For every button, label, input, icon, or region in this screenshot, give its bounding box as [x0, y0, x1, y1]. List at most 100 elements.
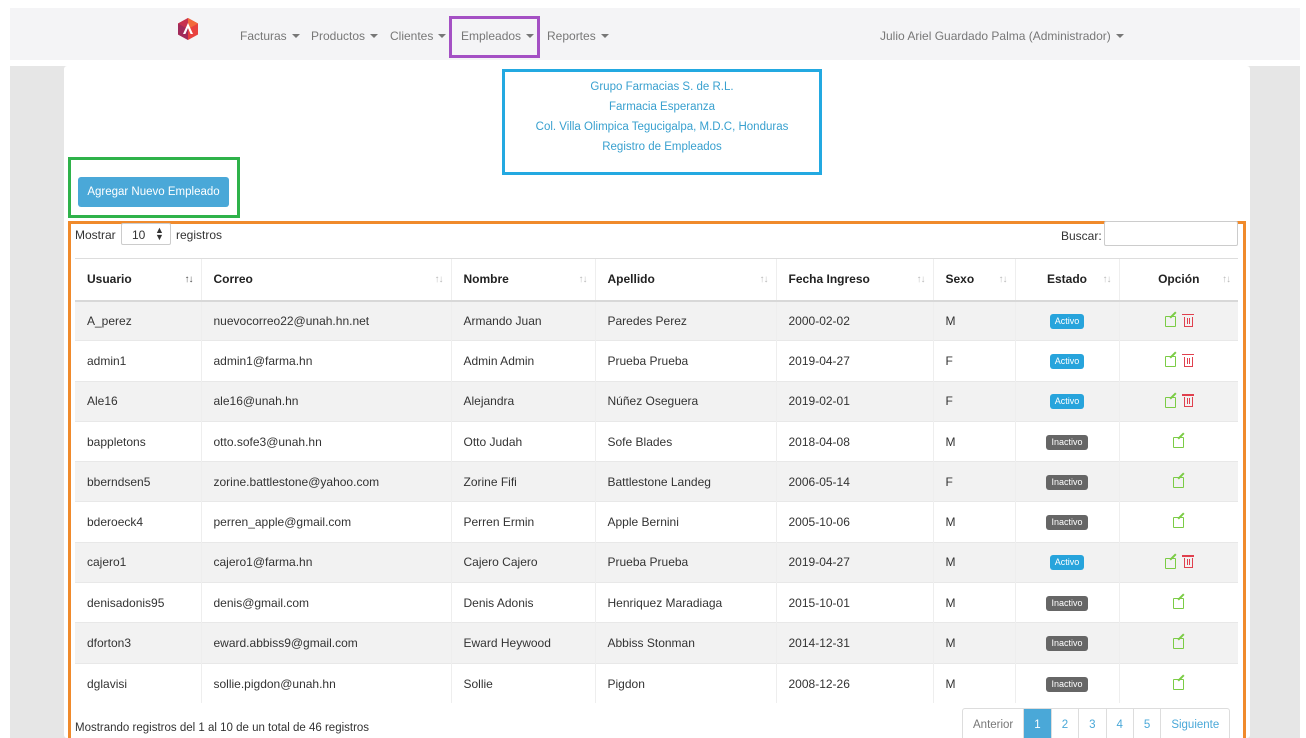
sort-icon: ↑↓	[434, 274, 444, 285]
pagination-page-3[interactable]: 3	[1078, 709, 1105, 738]
sort-icon: ↑↓	[578, 274, 588, 285]
cell-estado: Inactivo	[1014, 420, 1119, 462]
cell-estado: Inactivo	[1014, 662, 1119, 704]
cell-opcion	[1118, 582, 1238, 623]
add-employee-button[interactable]: Agregar Nuevo Empleado	[78, 177, 229, 207]
cell-fecha-ingreso: 2008-12-26	[775, 662, 933, 704]
edit-icon[interactable]	[1173, 477, 1185, 489]
pagination-page-1[interactable]: 1	[1023, 709, 1051, 738]
cell-opcion	[1118, 541, 1238, 583]
menu-reportes-label: Reportes	[547, 29, 596, 43]
pharmacy-name: Farmacia Esperanza	[608, 101, 716, 113]
menu-clientes[interactable]: Clientes	[390, 29, 447, 43]
delete-icon[interactable]	[1181, 313, 1194, 327]
table-row: bappletons otto.sofe3@unah.hn Otto Judah So…	[75, 420, 1238, 462]
cell-usuario: admin1	[75, 340, 201, 382]
cell-correo: denis@gmail.com	[200, 582, 451, 623]
edit-icon[interactable]	[1173, 436, 1185, 448]
col-header-nombre[interactable]: Nombre ↑↓	[450, 258, 595, 302]
delete-icon[interactable]	[1181, 555, 1194, 569]
delete-icon[interactable]	[1181, 353, 1194, 367]
cell-nombre: Zorine Fifi	[450, 461, 595, 502]
col-header-label: Estado	[1046, 272, 1087, 287]
edit-icon[interactable]	[1173, 517, 1185, 529]
edit-icon[interactable]	[1164, 396, 1176, 408]
table-header-row: Usuario ↑↓ Correo ↑↓ Nombre ↑↓ Apellido ↑↓ F…	[75, 258, 1238, 302]
edit-icon[interactable]	[1173, 638, 1185, 650]
col-header-apellido[interactable]: Apellido ↑↓	[594, 258, 776, 302]
col-header-estado[interactable]: Estado ↑↓	[1014, 258, 1119, 302]
col-header-opcion[interactable]: Opción ↑↓	[1118, 258, 1238, 302]
cell-nombre: Admin Admin	[450, 340, 595, 382]
empleados-highlight-box	[449, 16, 540, 58]
cell-apellido: Prueba Prueba	[594, 340, 776, 382]
cell-nombre: Denis Adonis	[450, 582, 595, 623]
page-length-select[interactable]: 10 ▲ ▼	[121, 223, 171, 245]
edit-icon[interactable]	[1164, 316, 1176, 328]
cell-correo: nuevocorreo22@unah.hn.net	[200, 299, 451, 341]
col-header-fecha-ingreso[interactable]: Fecha Ingreso ↑↓	[775, 258, 933, 302]
col-header-sexo[interactable]: Sexo ↑↓	[932, 258, 1015, 302]
cell-nombre: Cajero Cajero	[450, 541, 595, 583]
sort-icon: ↑↓	[998, 274, 1008, 285]
cell-usuario: denisadonis95	[75, 582, 201, 623]
cell-correo: zorine.battlestone@yahoo.com	[200, 461, 451, 502]
user-menu[interactable]: Julio Ariel Guardado Palma (Administrado…	[880, 29, 1124, 43]
table-row: admin1 admin1@farma.hn Admin Admin Prueba P…	[75, 340, 1238, 382]
pagination-prev[interactable]: Anterior	[963, 709, 1023, 738]
cell-apellido: Prueba Prueba	[594, 541, 776, 583]
cell-correo: admin1@farma.hn	[200, 340, 451, 382]
app-logo-icon[interactable]	[176, 17, 200, 41]
cell-fecha-ingreso: 2019-04-27	[775, 541, 933, 583]
menu-reportes[interactable]: Reportes	[547, 29, 609, 43]
table-row: A_perez nuevocorreo22@unah.hn.net Armando …	[75, 299, 1238, 341]
status-badge: Inactivo	[1046, 676, 1088, 692]
top-navbar: Facturas Productos Clientes Empleados Re…	[0, 0, 1306, 66]
cell-estado: Inactivo	[1014, 582, 1119, 623]
status-badge: Inactivo	[1046, 636, 1088, 652]
employees-table: Usuario ↑↓ Correo ↑↓ Nombre ↑↓ Apellido ↑↓ F…	[75, 258, 1238, 704]
cell-opcion	[1118, 501, 1238, 543]
caret-down-icon	[1115, 33, 1124, 38]
cell-correo: sollie.pigdon@unah.hn	[200, 662, 451, 704]
status-badge: Activo	[1049, 353, 1085, 369]
table-info-text: Mostrando registros del 1 al 10 de un to…	[75, 722, 370, 734]
menu-productos-label: Productos	[311, 29, 366, 43]
cell-correo: eward.abbiss9@gmail.com	[200, 622, 451, 664]
menu-productos[interactable]: Productos	[311, 29, 379, 43]
cell-fecha-ingreso: 2018-04-08	[775, 420, 933, 462]
search-label: Buscar:	[1061, 229, 1102, 243]
col-header-usuario[interactable]: Usuario ↑↓	[75, 258, 201, 302]
cell-opcion	[1118, 622, 1238, 664]
edit-icon[interactable]	[1164, 356, 1176, 368]
cell-correo: ale16@unah.hn	[200, 380, 451, 422]
edit-icon[interactable]	[1173, 598, 1185, 610]
edit-icon[interactable]	[1164, 557, 1176, 569]
delete-icon[interactable]	[1181, 394, 1194, 408]
menu-facturas[interactable]: Facturas	[240, 29, 300, 43]
cell-fecha-ingreso: 2014-12-31	[775, 622, 933, 664]
cell-fecha-ingreso: 2006-05-14	[775, 461, 933, 502]
cell-opcion	[1118, 420, 1238, 462]
length-suffix-label: registros	[176, 228, 223, 242]
pagination-page-2[interactable]: 2	[1050, 709, 1078, 738]
caret-down-icon	[438, 33, 447, 38]
cell-usuario: bappletons	[75, 420, 201, 462]
table-row: bderoeck4 perren_apple@gmail.com Perren Er…	[75, 501, 1238, 543]
search-input[interactable]	[1104, 221, 1238, 246]
cell-sexo: M	[932, 501, 1015, 543]
cell-estado: Inactivo	[1014, 622, 1119, 664]
pagination-next[interactable]: Siguiente	[1160, 709, 1229, 738]
cell-opcion	[1118, 380, 1238, 422]
col-header-label: Fecha Ingreso	[788, 272, 870, 287]
col-header-correo[interactable]: Correo ↑↓	[200, 258, 451, 302]
cell-estado: Inactivo	[1014, 461, 1119, 502]
pagination-page-4[interactable]: 4	[1105, 709, 1133, 738]
cell-opcion	[1118, 461, 1238, 502]
pagination-page-5[interactable]: 5	[1132, 709, 1160, 738]
edit-icon[interactable]	[1173, 678, 1185, 690]
cell-nombre: Armando Juan	[450, 299, 595, 341]
cell-estado: Activo	[1014, 380, 1119, 422]
pagination: Anterior 1 2 3 4 5 Siguiente	[962, 708, 1231, 738]
cell-apellido: Pigdon	[594, 662, 776, 704]
